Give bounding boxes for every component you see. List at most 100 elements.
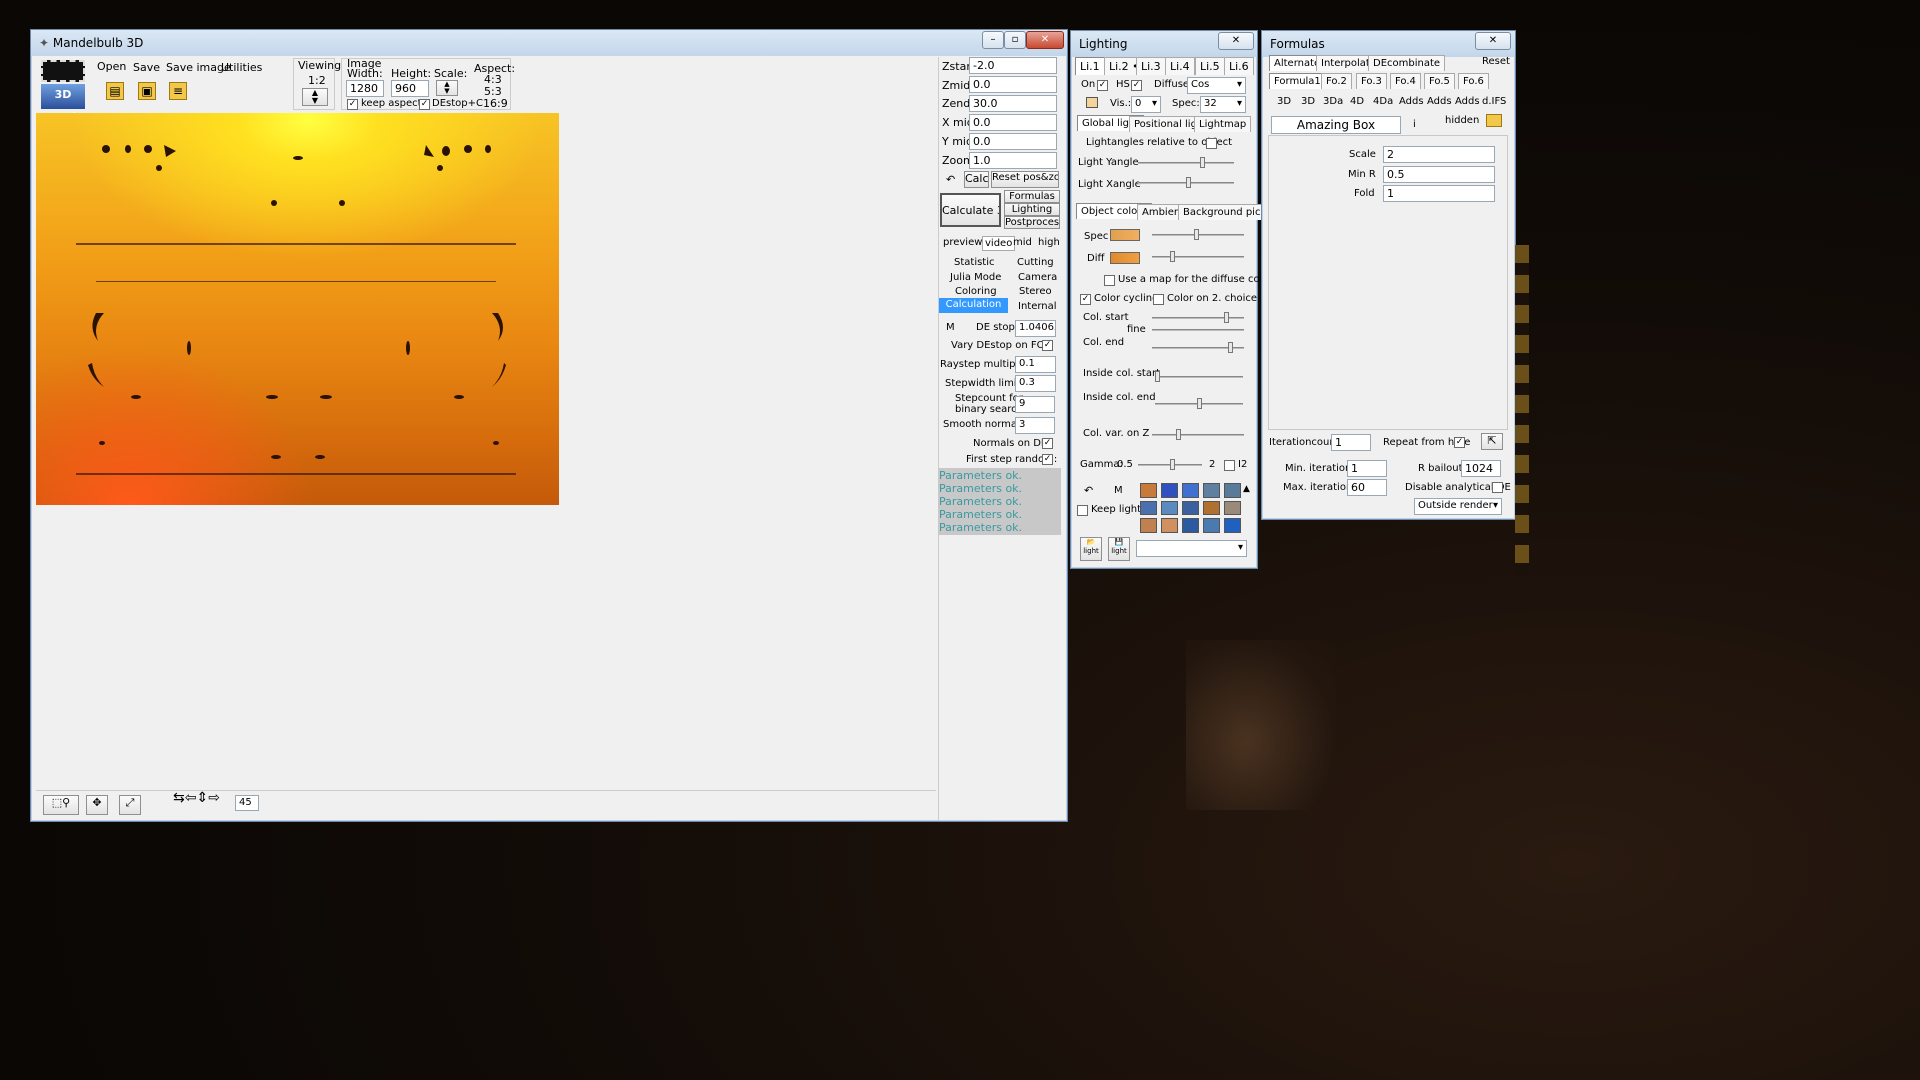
preset-thumb[interactable] [1224, 500, 1241, 516]
light-tab-4[interactable]: Li.4 [1165, 57, 1195, 75]
tab-internal[interactable]: Internal [1018, 301, 1057, 312]
stepwidth-input[interactable]: 0.3 [1015, 375, 1056, 392]
tab-statistic[interactable]: Statistic [954, 257, 995, 268]
maximize-button[interactable]: ▫ [1004, 31, 1026, 49]
preset-thumb[interactable] [1203, 518, 1220, 533]
disable-de-checkbox[interactable] [1492, 482, 1503, 493]
vary-de-checkbox[interactable]: ✓ [1042, 340, 1053, 351]
postprocess-button[interactable]: Postprocess [1004, 216, 1060, 229]
minr-param-input[interactable]: 0.5 [1383, 166, 1495, 183]
min-iter-input[interactable]: 1 [1347, 460, 1387, 477]
color-cycling-checkbox[interactable]: ✓ [1080, 294, 1091, 305]
tab-cutting[interactable]: Cutting [1017, 257, 1054, 268]
zstart-input[interactable]: -2.0 [969, 57, 1057, 74]
fold-param-input[interactable]: 1 [1383, 185, 1495, 202]
tab-calculation[interactable]: Calculation [939, 298, 1008, 313]
lighting-undo-icon[interactable]: ↶ [1084, 484, 1093, 497]
xangle-slider[interactable] [1138, 177, 1234, 188]
max-iter-input[interactable]: 60 [1347, 479, 1387, 496]
xangle-thumb[interactable] [1186, 177, 1191, 188]
tab-lightmap[interactable]: Lightmap [1194, 116, 1252, 132]
smooth-input[interactable]: 3 [1015, 417, 1055, 434]
use-map-checkbox[interactable] [1104, 275, 1115, 286]
formulas-close-button[interactable]: ✕ [1475, 32, 1511, 50]
on-checkbox[interactable]: ✓ [1097, 80, 1108, 91]
preset-thumb[interactable] [1224, 518, 1241, 533]
reset-pos-button[interactable]: Reset pos&zoom [991, 171, 1059, 188]
iteration-input[interactable]: 1 [1331, 434, 1371, 451]
preset-thumb[interactable] [1182, 483, 1199, 498]
keep-lights-checkbox[interactable] [1077, 505, 1088, 516]
fo-tab-3[interactable]: Fo.3 [1356, 73, 1387, 89]
col-end-thumb[interactable] [1228, 342, 1233, 353]
scale-param-input[interactable]: 2 [1383, 146, 1495, 163]
select-zoom-icon[interactable]: ⬚⚲ [43, 795, 79, 815]
preset-thumb[interactable] [1182, 500, 1199, 516]
undo-icon[interactable]: ↶ [946, 173, 955, 186]
inside-end-thumb[interactable] [1197, 398, 1202, 409]
keep-aspect-checkbox[interactable]: ✓ [347, 99, 358, 110]
xmid-input[interactable]: 0.0 [969, 114, 1057, 131]
light-color-swatch[interactable] [1086, 97, 1098, 108]
normals-de-checkbox[interactable]: ✓ [1042, 438, 1053, 449]
diffuse-select[interactable]: Cos [1187, 77, 1246, 94]
yangle-slider[interactable] [1138, 157, 1234, 168]
lightangles-checkbox[interactable] [1206, 138, 1217, 149]
width-input[interactable]: 1280 [346, 80, 384, 97]
col-start-slider[interactable] [1152, 312, 1244, 323]
minimize-button[interactable]: – [982, 31, 1004, 49]
spec-color-thumb[interactable] [1194, 229, 1199, 240]
repeat-checkbox[interactable]: ✓ [1454, 437, 1465, 448]
render-mode-select[interactable]: Outside render [1414, 498, 1502, 515]
arrow-nav-icons[interactable]: ⇆⇦⇕⇨ [173, 790, 220, 806]
fo-tab-4[interactable]: Fo.4 [1390, 73, 1421, 89]
load-light-button[interactable]: 📂 light [1080, 537, 1102, 561]
type-4da[interactable]: 4Da [1373, 96, 1393, 107]
col-var-slider[interactable] [1152, 429, 1244, 440]
type-4d[interactable]: 4D [1350, 96, 1364, 107]
vis-select[interactable]: 0 [1131, 96, 1161, 113]
preset-thumb[interactable] [1161, 500, 1178, 516]
zoom-input[interactable]: 1.0 [969, 152, 1057, 169]
preset-thumb[interactable] [1140, 500, 1157, 516]
diff-color-slider[interactable] [1152, 251, 1244, 262]
spec-color-slider[interactable] [1152, 229, 1244, 240]
inside-end-slider[interactable] [1155, 398, 1243, 409]
type-3da[interactable]: 3Da [1323, 96, 1343, 107]
i2-checkbox[interactable] [1224, 460, 1235, 471]
light-preset-select[interactable] [1136, 540, 1247, 557]
preset-thumb[interactable] [1203, 500, 1220, 516]
yangle-thumb[interactable] [1200, 157, 1205, 168]
type-3d-b[interactable]: 3D [1301, 96, 1315, 107]
diff-color-thumb[interactable] [1170, 251, 1175, 262]
calc-small-button[interactable]: Calc. [964, 171, 989, 188]
open-folder-icon[interactable]: ▤ [106, 82, 124, 100]
formula-expand-button[interactable]: ⇱ [1481, 433, 1503, 450]
type-adds-1[interactable]: Adds [1399, 96, 1424, 107]
inside-start-thumb[interactable] [1155, 371, 1160, 382]
tab-camera[interactable]: Camera [1018, 272, 1057, 283]
zmid-input[interactable]: 0.0 [969, 76, 1057, 93]
preset-thumb[interactable] [1161, 483, 1178, 498]
destop-c-checkbox[interactable]: ✓ [419, 99, 430, 110]
menu-open[interactable]: Open [97, 60, 126, 73]
formula-folder-icon[interactable] [1486, 114, 1502, 127]
tab-background-pic[interactable]: Background pic [1178, 204, 1266, 220]
diff-color-swatch[interactable] [1110, 252, 1140, 264]
aspect-16-9[interactable]: 16:9 [483, 97, 508, 110]
type-adds-2[interactable]: Adds [1427, 96, 1452, 107]
fo-tab-2[interactable]: Fo.2 [1321, 73, 1352, 89]
color-on-2-checkbox[interactable] [1153, 294, 1164, 305]
type-adds-3[interactable]: Adds [1455, 96, 1480, 107]
filmstrip-icon[interactable] [41, 60, 85, 82]
presets-scroll-up-icon[interactable]: ▲ [1243, 484, 1250, 494]
tab-decombinate[interactable]: DEcombinate [1368, 55, 1446, 71]
light-tab-3[interactable]: Li.3 [1136, 57, 1166, 75]
lighting-close-button[interactable]: ✕ [1218, 32, 1254, 50]
inside-start-slider[interactable] [1155, 371, 1243, 382]
tab-stereo[interactable]: Stereo [1019, 286, 1052, 297]
calculate-3d-button[interactable]: Calculate 3D [940, 193, 1001, 227]
spec-select[interactable]: 32 [1200, 96, 1246, 113]
type-difs[interactable]: d.IFS [1482, 96, 1506, 107]
formula-name-field[interactable]: Amazing Box [1271, 116, 1401, 134]
